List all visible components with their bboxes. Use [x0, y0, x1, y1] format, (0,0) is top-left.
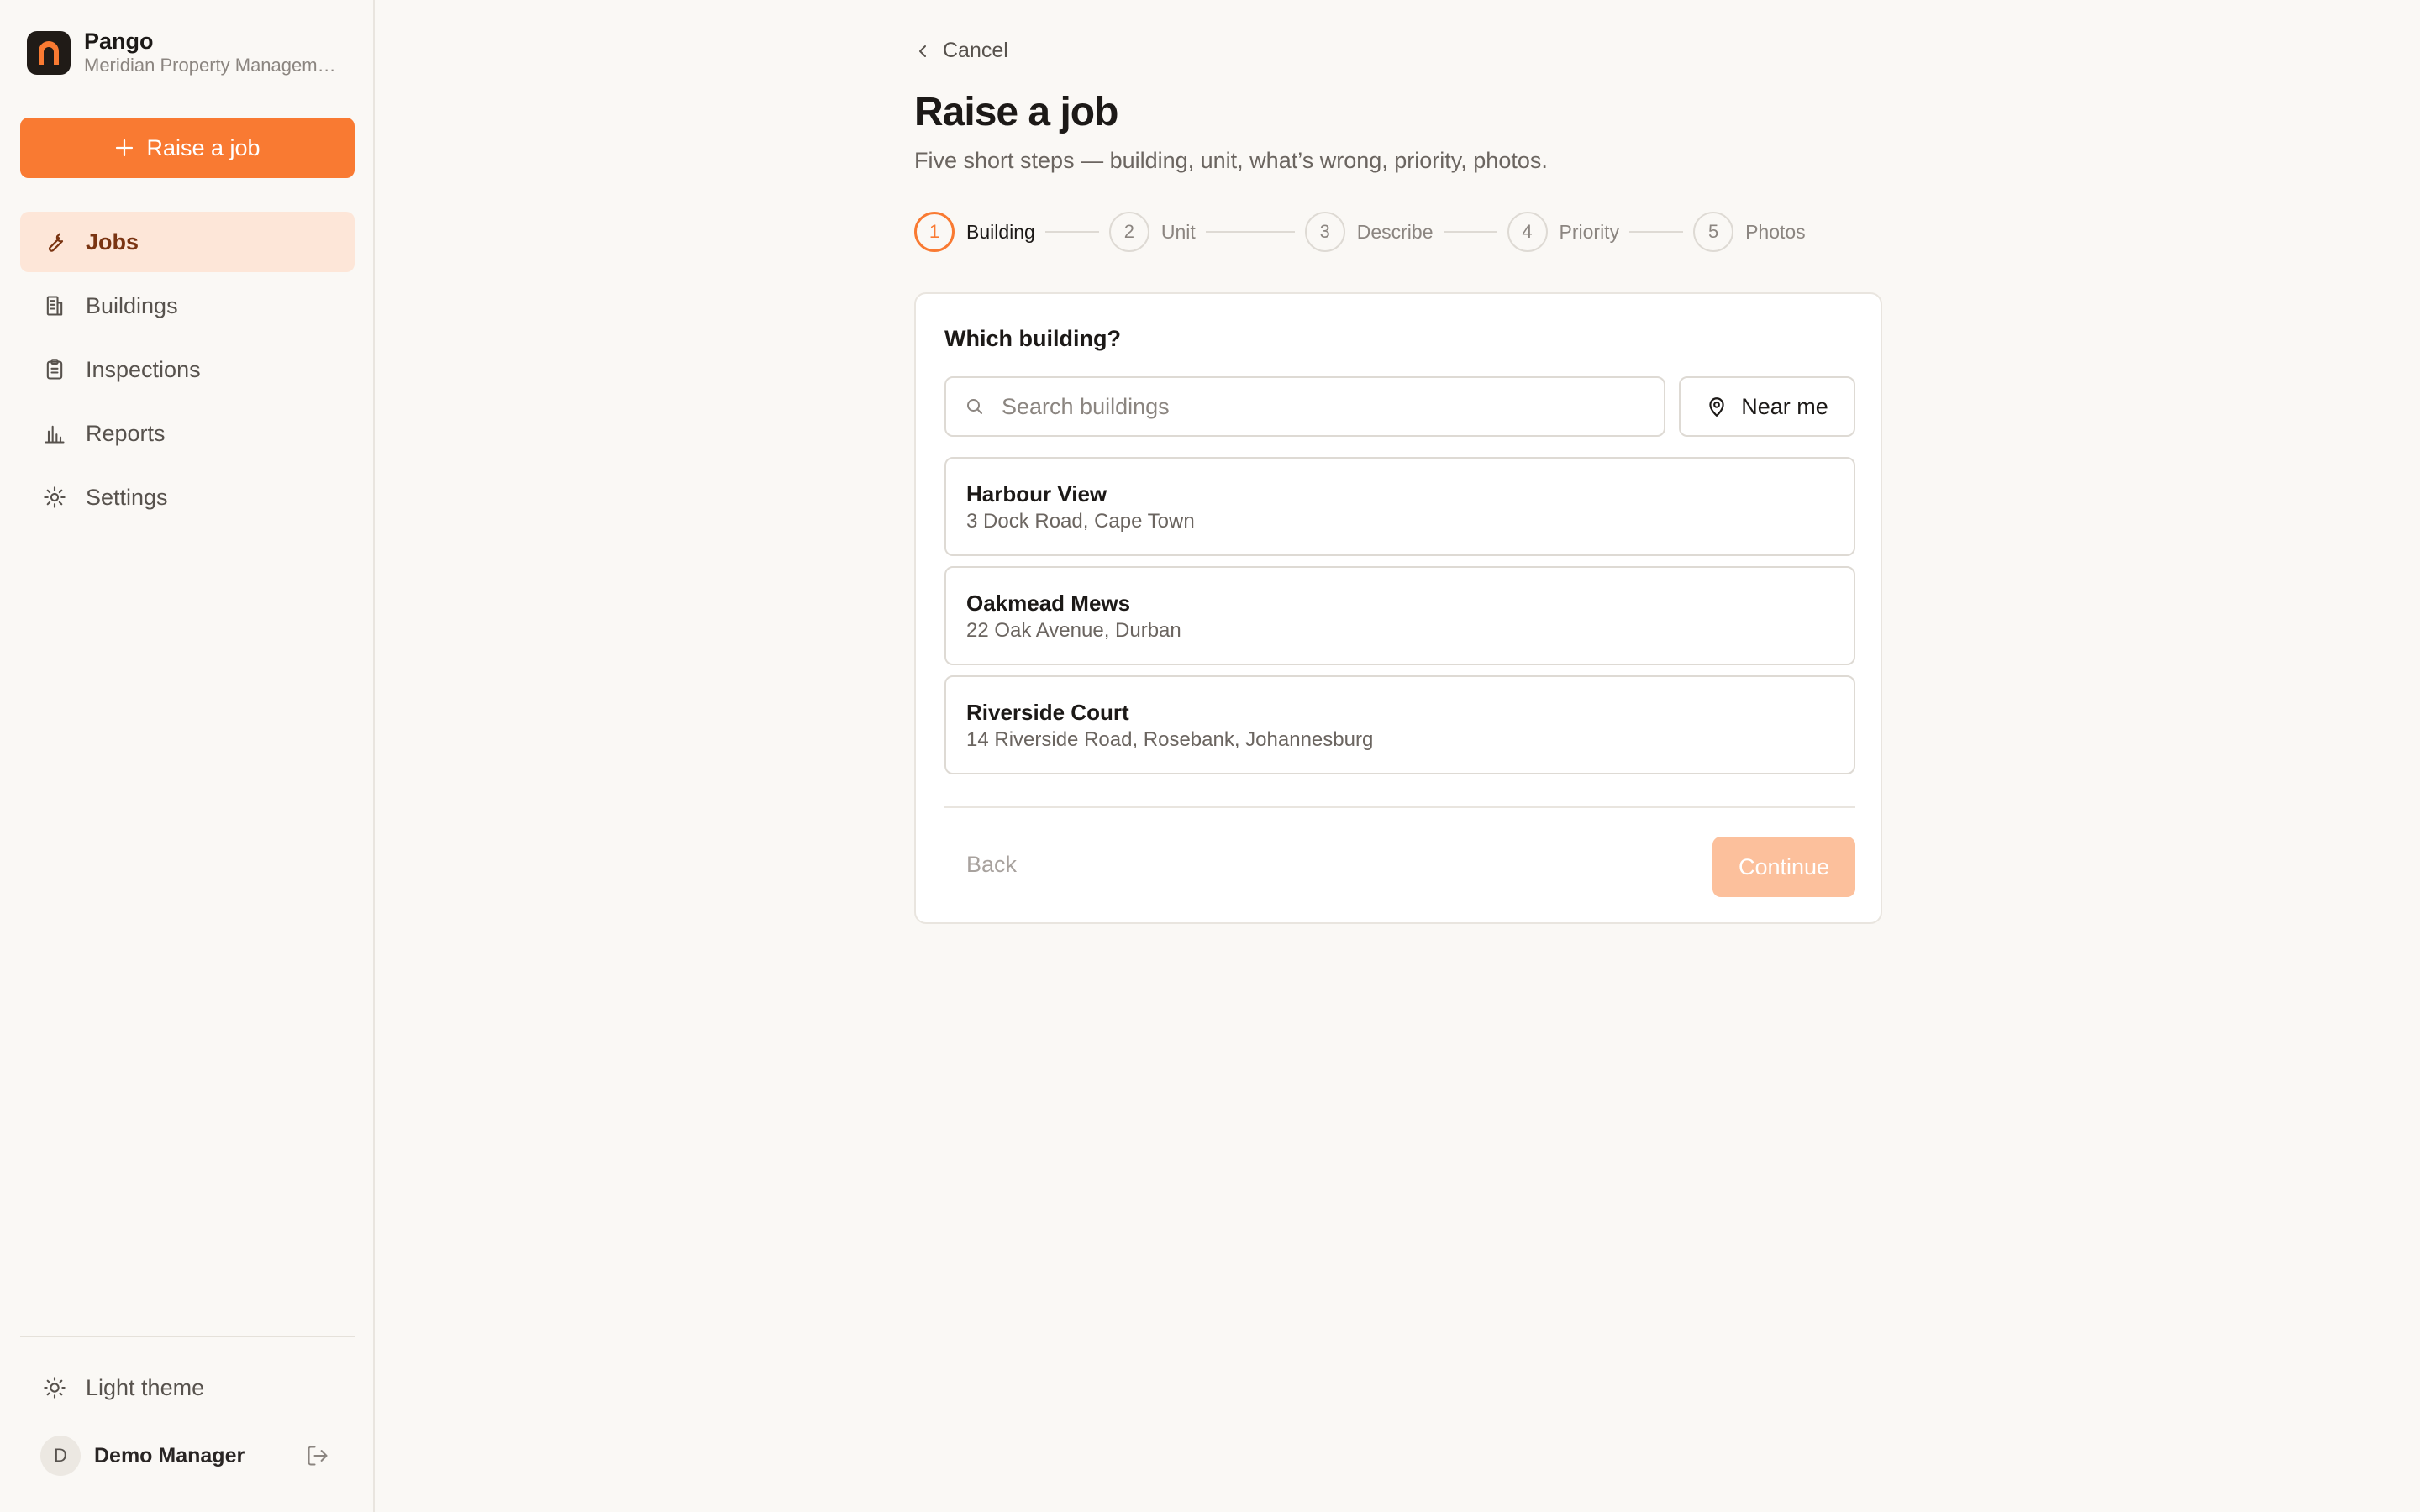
avatar[interactable]: D	[40, 1436, 81, 1476]
step-photos: 5 Photos	[1693, 212, 1806, 252]
sidebar-item-reports[interactable]: Reports	[20, 403, 355, 464]
step-label: Priority	[1559, 220, 1620, 243]
building-name: Riverside Court	[966, 700, 1129, 725]
pango-logo-icon	[27, 31, 71, 75]
sidebar: Pango Meridian Property Management Raise…	[0, 0, 375, 1512]
building-select-card: Which building? Near me Harbour View 3 D…	[914, 292, 1882, 924]
map-pin-icon	[1706, 396, 1728, 417]
plus-icon	[114, 138, 134, 158]
step-label: Photos	[1745, 220, 1806, 243]
step-connector	[1205, 231, 1295, 233]
sidebar-item-buildings[interactable]: Buildings	[20, 276, 355, 336]
sidebar-item-label: Buildings	[86, 292, 178, 318]
step-label: Describe	[1356, 220, 1434, 243]
clipboard-icon	[42, 357, 67, 382]
logout-icon[interactable]	[301, 1439, 334, 1473]
building-address: 22 Oak Avenue, Durban	[966, 619, 1181, 642]
sidebar-item-settings[interactable]: Settings	[20, 467, 355, 528]
theme-label: Light theme	[86, 1374, 205, 1400]
brand: Pango Meridian Property Management	[27, 29, 336, 77]
step-number: 5	[1693, 212, 1734, 252]
search-field[interactable]	[944, 376, 1665, 437]
step-priority: 4 Priority	[1507, 212, 1620, 252]
step-unit: 2 Unit	[1108, 212, 1196, 252]
building-option-oakmead-mews[interactable]: Oakmead Mews 22 Oak Avenue, Durban	[944, 566, 1855, 665]
sidebar-item-jobs[interactable]: Jobs	[20, 212, 355, 272]
step-label: Unit	[1160, 220, 1196, 243]
building-icon	[42, 293, 67, 318]
sun-icon	[42, 1375, 67, 1400]
near-me-button[interactable]: Near me	[1679, 376, 1855, 437]
sidebar-nav: Jobs Buildings Inspections Reports Setti…	[20, 212, 355, 531]
chevron-left-icon	[914, 43, 931, 60]
bar-chart-icon	[42, 421, 67, 446]
cancel-label: Cancel	[943, 39, 1008, 62]
stepper: 1 Building 2 Unit 3 Describe 4 Priority …	[914, 212, 1806, 252]
sidebar-item-label: Inspections	[86, 356, 201, 382]
page-subtitle: Five short steps — building, unit, what’…	[914, 148, 1548, 173]
user-name: Demo Manager	[94, 1443, 245, 1467]
step-connector	[1629, 231, 1684, 233]
gear-icon	[42, 485, 67, 510]
raise-job-button[interactable]: Raise a job	[20, 118, 355, 178]
sidebar-item-label: Reports	[86, 420, 166, 446]
continue-button[interactable]: Continue	[1712, 837, 1855, 897]
theme-toggle[interactable]: Light theme	[20, 1357, 355, 1418]
wrench-icon	[42, 229, 67, 255]
building-address: 3 Dock Road, Cape Town	[966, 510, 1195, 533]
building-address: 14 Riverside Road, Rosebank, Johannesbur…	[966, 728, 1374, 751]
raise-job-label: Raise a job	[146, 134, 260, 160]
step-number: 4	[1507, 212, 1548, 252]
step-number: 1	[914, 212, 955, 252]
card-divider	[944, 806, 1855, 808]
sidebar-divider	[20, 1336, 355, 1337]
sidebar-item-label: Jobs	[86, 228, 139, 255]
step-number: 3	[1304, 212, 1345, 252]
card-question: Which building?	[944, 326, 1121, 351]
sidebar-item-inspections[interactable]: Inspections	[20, 339, 355, 400]
building-name: Harbour View	[966, 481, 1107, 507]
step-describe: 3 Describe	[1304, 212, 1434, 252]
search-icon	[965, 396, 985, 417]
user-profile: D Demo Manager	[40, 1433, 334, 1478]
step-connector	[1443, 231, 1497, 233]
building-name: Oakmead Mews	[966, 591, 1131, 616]
back-button[interactable]: Back	[966, 852, 1017, 878]
sidebar-item-label: Settings	[86, 484, 168, 510]
search-input[interactable]	[1002, 393, 1640, 420]
brand-name: Pango	[84, 29, 154, 54]
building-option-harbour-view[interactable]: Harbour View 3 Dock Road, Cape Town	[944, 457, 1855, 556]
brand-org: Meridian Property Management	[84, 55, 336, 76]
near-me-label: Near me	[1741, 393, 1828, 419]
building-option-riverside-court[interactable]: Riverside Court 14 Riverside Road, Roseb…	[944, 675, 1855, 774]
step-number: 2	[1108, 212, 1150, 252]
step-connector	[1044, 231, 1099, 233]
step-building: 1 Building	[914, 212, 1035, 252]
step-label: Building	[966, 220, 1035, 243]
cancel-link[interactable]: Cancel	[914, 39, 1008, 63]
page-title: Raise a job	[914, 90, 1118, 134]
